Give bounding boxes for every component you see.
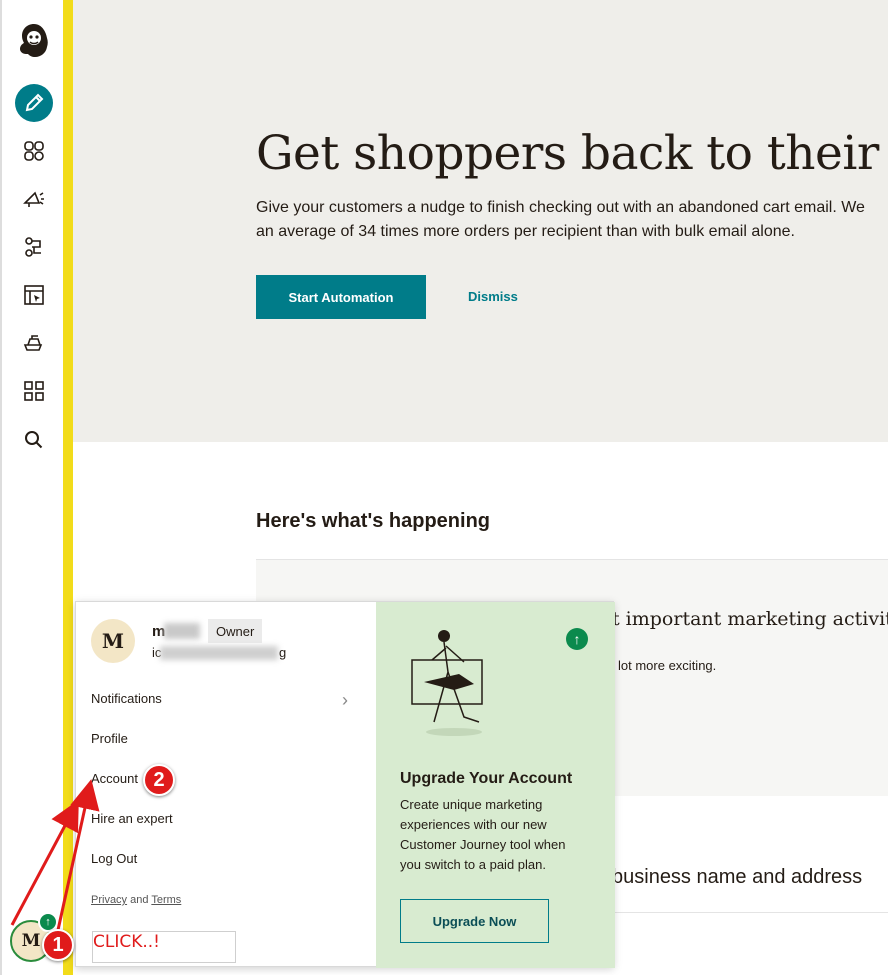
upgrade-panel: ↑ Upgrade Your Account Create unique mar… bbox=[376, 602, 615, 968]
legal-and: and bbox=[130, 894, 149, 906]
terms-link[interactable]: Terms bbox=[151, 894, 181, 906]
owner-badge: Owner bbox=[208, 619, 263, 643]
account-menu: M m Owner ic g Notifications › Profile A… bbox=[76, 602, 376, 968]
left-nav bbox=[0, 0, 64, 975]
hero-banner: Get shoppers back to their cart Give you… bbox=[73, 0, 888, 442]
automations-icon[interactable] bbox=[18, 231, 50, 263]
upgrade-title: Upgrade Your Account bbox=[400, 770, 573, 787]
search-icon[interactable] bbox=[18, 424, 50, 456]
hero-description: Give your customers a nudge to finish ch… bbox=[256, 196, 888, 244]
step-2-marker: 2 bbox=[143, 764, 175, 796]
menu-item-hire-expert[interactable]: Hire an expert bbox=[91, 811, 173, 826]
menu-item-logout[interactable]: Log Out bbox=[91, 851, 137, 866]
dismiss-link[interactable]: Dismiss bbox=[468, 289, 518, 304]
mailchimp-logo-icon[interactable] bbox=[12, 18, 56, 62]
upgrade-illustration-icon bbox=[411, 630, 483, 736]
menu-item-profile[interactable]: Profile bbox=[91, 731, 128, 746]
app-root: Get shoppers back to their cart Give you… bbox=[0, 0, 888, 975]
business-info-text[interactable]: business name and address bbox=[612, 866, 862, 889]
hero-text-line1: Give your customers a nudge to finish ch… bbox=[256, 199, 865, 216]
section-title: Here's what's happening bbox=[256, 510, 491, 532]
website-icon[interactable] bbox=[18, 279, 50, 311]
chevron-right-icon: › bbox=[342, 690, 348, 710]
redacted-org bbox=[160, 646, 278, 660]
menu-item-account[interactable]: Account bbox=[91, 771, 138, 786]
divider bbox=[612, 912, 888, 913]
start-automation-button[interactable]: Start Automation bbox=[256, 275, 426, 319]
activity-text: lot more exciting. bbox=[618, 658, 717, 673]
hero-text-line2: an average of 34 times more orders per r… bbox=[256, 223, 795, 240]
content-icon[interactable] bbox=[18, 327, 50, 359]
menu-item-notifications[interactable]: Notifications bbox=[91, 691, 162, 706]
privacy-link[interactable]: Privacy bbox=[91, 894, 127, 906]
upgrade-description: Create unique marketing experiences with… bbox=[400, 797, 566, 872]
upgrade-now-button[interactable]: Upgrade Now bbox=[400, 899, 549, 943]
avatar: M bbox=[91, 619, 135, 663]
create-pencil-icon[interactable] bbox=[15, 84, 53, 122]
click-callout-text: CLICK..! bbox=[93, 932, 160, 952]
upgrade-arrow-icon: ↑ bbox=[566, 628, 588, 650]
hero-title: Get shoppers back to their cart bbox=[256, 126, 888, 181]
legal-links: Privacy and Terms bbox=[91, 894, 181, 906]
highlight-bar bbox=[63, 0, 73, 975]
org-name-suffix: g bbox=[279, 645, 287, 660]
audience-icon[interactable] bbox=[18, 135, 50, 167]
activity-heading: t important marketing activity bbox=[612, 608, 888, 630]
integrations-icon[interactable] bbox=[18, 375, 50, 407]
redacted-name bbox=[164, 623, 200, 639]
campaigns-icon[interactable] bbox=[18, 183, 50, 215]
step-1-marker: 1 bbox=[42, 929, 74, 961]
